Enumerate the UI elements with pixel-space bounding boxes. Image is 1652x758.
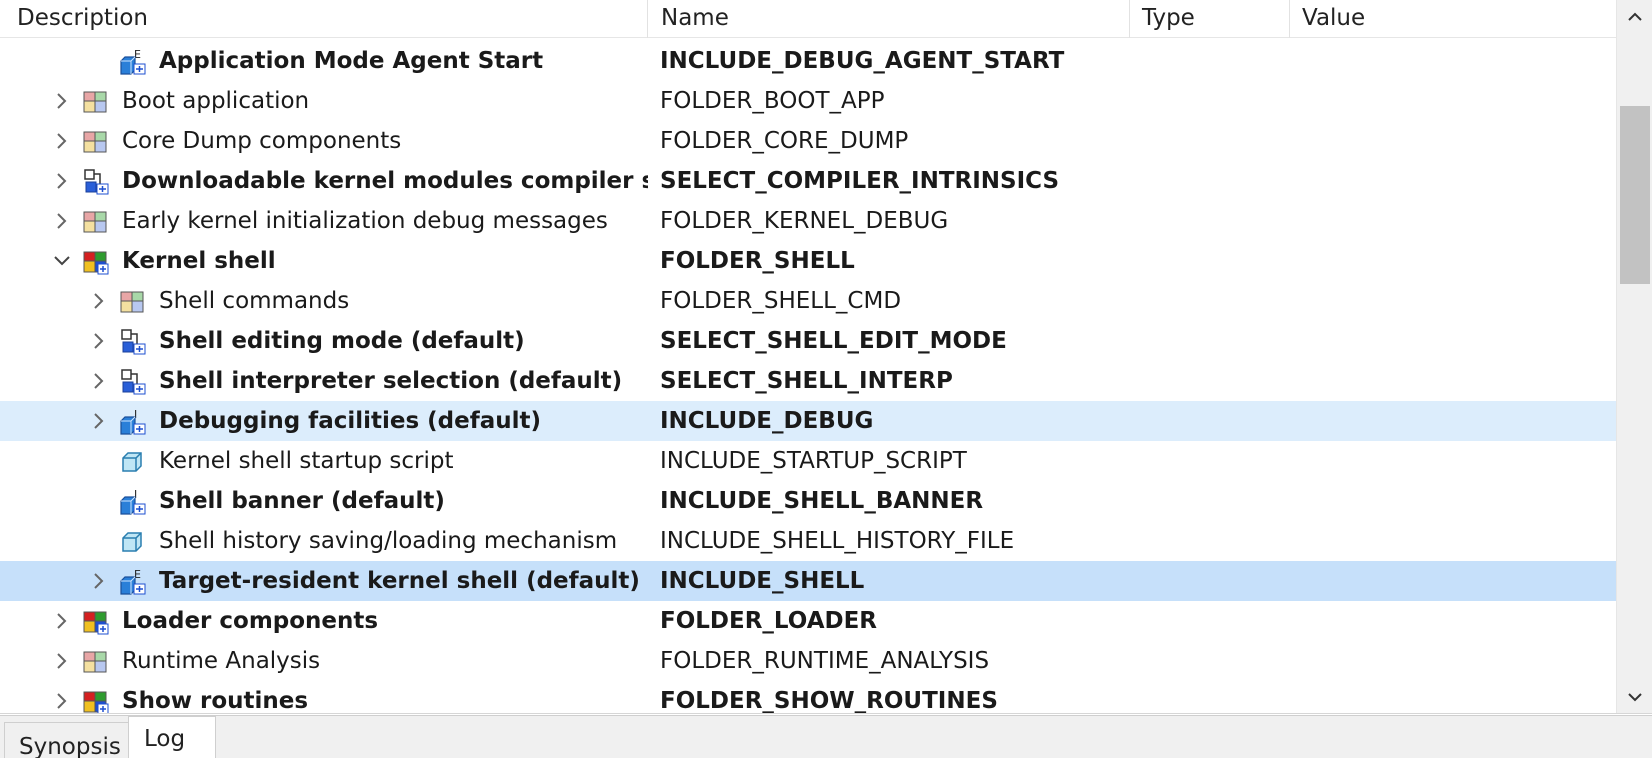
component-I-icon: I [119,408,147,436]
folder-icon [82,208,110,236]
chevron-down-icon[interactable] [52,249,72,273]
chevron-right-icon[interactable] [52,209,72,233]
row-name: FOLDER_BOOT_APP [660,88,885,114]
chevron-right-icon[interactable] [89,289,109,313]
chevron-right-icon[interactable] [52,609,72,633]
tree-row[interactable]: Downloadable kernel modules compiler sup… [0,161,1616,201]
tree-row[interactable]: Shell commands FOLDER_SHELL_CMD [0,281,1616,321]
row-description: Show routines [122,688,309,714]
column-header-description[interactable]: Description [0,0,648,38]
tree-row[interactable]: Kernel shell FOLDER_SHELL [0,241,1616,281]
row-description: Debugging facilities (default) [159,408,542,434]
row-description: Shell editing mode (default) [159,328,525,354]
row-description: Boot application [122,88,310,114]
tree-rows: E Application Mode Agent Start INCLUDE_DE… [0,41,1616,714]
row-name: INCLUDE_DEBUG_AGENT_START [660,48,1065,74]
scroll-up-icon[interactable] [1617,0,1652,34]
tab-log[interactable]: Log [128,716,217,758]
row-description: Kernel shell [122,248,276,274]
tree-row[interactable]: Core Dump components FOLDER_CORE_DUMP [0,121,1616,161]
row-name: FOLDER_LOADER [660,608,878,634]
folder-icon [82,648,110,676]
selection-icon [82,168,110,196]
chevron-right-icon[interactable] [89,409,109,433]
bottom-tab-bar: Synopsis Log [0,715,1652,758]
chevron-right-icon[interactable] [52,169,72,193]
row-name: INCLUDE_SHELL_HISTORY_FILE [660,528,1015,554]
row-name: FOLDER_RUNTIME_ANALYSIS [660,648,990,674]
row-description: Downloadable kernel modules compiler sup… [122,168,648,194]
component-I-icon: I [119,488,147,516]
row-name: INCLUDE_DEBUG [660,408,874,434]
column-header-name[interactable]: Name [648,0,1130,38]
component-tree: Description Name Type Value E Applicatio… [0,0,1652,714]
row-description: Shell commands [159,288,350,314]
tab-synopsis[interactable]: Synopsis [4,722,136,758]
row-name: SELECT_SHELL_EDIT_MODE [660,328,1007,354]
tree-row[interactable]: Kernel shell startup script INCLUDE_START… [0,441,1616,481]
row-description: Runtime Analysis [122,648,321,674]
column-header-type[interactable]: Type [1130,0,1290,38]
row-name: INCLUDE_SHELL [660,568,865,594]
row-description: Loader components [122,608,379,634]
chevron-right-icon[interactable] [89,369,109,393]
tree-row[interactable]: E Application Mode Agent Start INCLUDE_DE… [0,41,1616,81]
row-description: Kernel shell startup script [159,448,454,474]
component-icon [119,528,147,556]
tree-row[interactable]: Early kernel initialization debug messag… [0,201,1616,241]
vertical-scrollbar[interactable] [1616,0,1652,713]
tree-row[interactable]: I Debugging facilities (default) INCLUDE_… [0,401,1616,441]
row-description: Core Dump components [122,128,402,154]
row-name: FOLDER_CORE_DUMP [660,128,909,154]
row-description: Target-resident kernel shell (default) [159,568,640,594]
chevron-right-icon[interactable] [89,569,109,593]
row-description: Shell history saving/loading mechanism [159,528,618,554]
folder-icon [82,88,110,116]
folder-included-icon [82,248,110,276]
tree-row[interactable]: Loader components FOLDER_LOADER [0,601,1616,641]
row-name: INCLUDE_SHELL_BANNER [660,488,984,514]
folder-included-icon [82,688,110,713]
row-name: INCLUDE_STARTUP_SCRIPT [660,448,967,474]
column-header: Description Name Type Value [0,0,1616,38]
row-name: FOLDER_SHELL_CMD [660,288,902,314]
component-E-icon: E [119,568,147,596]
tree-row[interactable]: E Target-resident kernel shell (default)… [0,561,1616,601]
scrollbar-thumb[interactable] [1620,106,1650,284]
folder-included-icon [82,608,110,636]
chevron-right-icon[interactable] [89,329,109,353]
folder-icon [119,288,147,316]
row-name: SELECT_COMPILER_INTRINSICS [660,168,1060,194]
tree-row[interactable]: I Shell banner (default) INCLUDE_SHELL_BA… [0,481,1616,521]
chevron-right-icon[interactable] [52,689,72,713]
row-description: Early kernel initialization debug messag… [122,208,608,234]
tree-row[interactable]: Boot application FOLDER_BOOT_APP [0,81,1616,121]
folder-icon [82,128,110,156]
row-description: Shell banner (default) [159,488,445,514]
column-header-value[interactable]: Value [1290,0,1616,38]
row-name: SELECT_SHELL_INTERP [660,368,953,394]
tree-row[interactable]: Runtime Analysis FOLDER_RUNTIME_ANALYSIS [0,641,1616,681]
tree-row[interactable]: Shell history saving/loading mechanism IN… [0,521,1616,561]
tree-row[interactable]: Shell interpreter selection (default) SEL… [0,361,1616,401]
scroll-down-icon[interactable] [1617,680,1652,713]
component-icon [119,448,147,476]
row-description: Application Mode Agent Start [159,48,544,74]
selection-icon [119,328,147,356]
row-name: FOLDER_SHOW_ROUTINES [660,688,998,714]
tree-row[interactable]: Show routines FOLDER_SHOW_ROUTINES [0,681,1616,714]
selection-icon [119,368,147,396]
chevron-right-icon[interactable] [52,129,72,153]
component-E-icon: E [119,48,147,76]
row-name: FOLDER_KERNEL_DEBUG [660,208,949,234]
row-description: Shell interpreter selection (default) [159,368,623,394]
chevron-right-icon[interactable] [52,89,72,113]
chevron-right-icon[interactable] [52,649,72,673]
tree-row[interactable]: Shell editing mode (default) SELECT_SHELL… [0,321,1616,361]
row-name: FOLDER_SHELL [660,248,855,274]
